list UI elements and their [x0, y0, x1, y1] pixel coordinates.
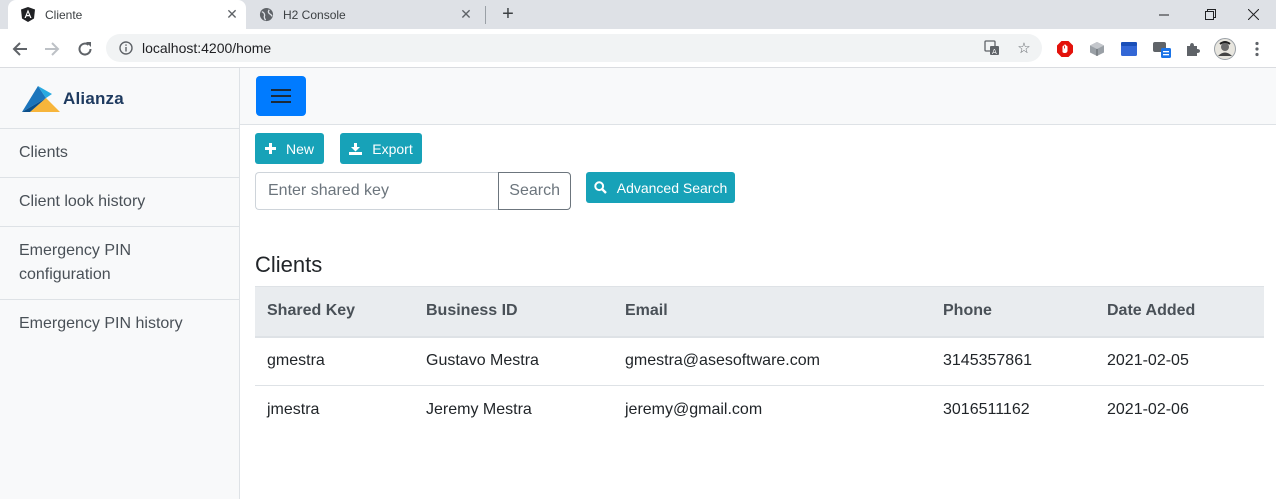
sidebar: Alianza Clients Client look history Emer…	[0, 68, 240, 499]
sidebar-nav: Clients Client look history Emergency PI…	[0, 128, 239, 349]
column-header-phone: Phone	[931, 286, 1095, 338]
alianza-logo[interactable]: Alianza	[22, 84, 124, 114]
browser-toolbar: localhost:4200/home A ☆	[0, 29, 1276, 68]
new-button-label: New	[285, 140, 314, 157]
restore-icon[interactable]	[1187, 0, 1233, 29]
cell-phone: 3145357861	[931, 336, 1095, 386]
table-row[interactable]: jmestra Jeremy Mestra jeremy@gmail.com 3…	[255, 386, 1264, 435]
cell-business-id: Jeremy Mestra	[426, 401, 532, 419]
globe-icon	[258, 7, 274, 23]
bookmark-star-icon[interactable]: ☆	[1010, 34, 1038, 62]
forward-icon[interactable]	[38, 35, 66, 63]
window-extension-icon[interactable]	[1115, 35, 1143, 63]
column-header-email: Email	[613, 286, 931, 338]
new-client-button[interactable]: New	[255, 133, 324, 164]
sidebar-item-clients[interactable]: Clients	[0, 129, 239, 178]
reload-icon[interactable]	[71, 35, 99, 63]
menu-toggle-button[interactable]	[256, 76, 306, 116]
url-text: localhost:4200/home	[142, 40, 272, 56]
shared-key-search: Search	[255, 172, 571, 210]
svg-text:A: A	[992, 48, 997, 56]
sidebar-item-emergency-pin-history[interactable]: Emergency PIN history	[0, 300, 239, 349]
cube-extension-icon[interactable]	[1083, 35, 1111, 63]
plus-icon	[264, 143, 276, 154]
browser-tabstrip: Cliente ✕ H2 Console ✕ +	[0, 0, 1276, 29]
profile-avatar-icon[interactable]	[1211, 35, 1239, 63]
sidebar-item-emergency-pin-configuration[interactable]: Emergency PIN configuration	[0, 227, 239, 300]
export-button-label: Export	[372, 140, 413, 157]
tab-separator	[485, 6, 486, 24]
extensions-puzzle-icon[interactable]	[1179, 35, 1207, 63]
translate-icon[interactable]: A	[978, 34, 1006, 62]
sidebar-item-client-look-history[interactable]: Client look history	[0, 178, 239, 227]
column-header-business-id: Business ID	[414, 286, 613, 338]
browser-tab-h2-console[interactable]: H2 Console ✕	[250, 0, 486, 29]
angular-icon	[20, 7, 36, 23]
page-title: Clients	[255, 252, 323, 277]
back-icon[interactable]	[6, 35, 34, 63]
sidebar-item-label: Emergency PIN configuration	[19, 242, 132, 283]
shared-key-input[interactable]	[255, 172, 499, 210]
cell-business-id: Gustavo Mestra	[414, 336, 613, 386]
cell-shared-key: jmestra	[267, 401, 320, 419]
new-tab-icon[interactable]: +	[494, 0, 522, 29]
cell-email: jeremy@gmail.com	[625, 401, 763, 419]
advanced-search-button[interactable]: Advanced Search	[586, 172, 735, 203]
alianza-logo-icon	[22, 86, 60, 112]
cell-phone: 3016511162	[943, 401, 1030, 419]
tab-title: Cliente	[45, 7, 83, 22]
download-icon	[349, 142, 363, 155]
advanced-search-label: Advanced Search	[616, 179, 728, 196]
address-bar[interactable]: localhost:4200/home A ☆	[106, 34, 1042, 62]
info-icon[interactable]	[118, 40, 134, 56]
top-navbar	[240, 68, 1276, 125]
browser-tab-cliente[interactable]: Cliente ✕	[8, 0, 246, 29]
ticket-extension-icon[interactable]	[1148, 35, 1176, 63]
clients-table: Shared Key Business ID Email Phone Date …	[255, 286, 1264, 435]
close-window-icon[interactable]	[1230, 0, 1276, 29]
brand-name: Alianza	[63, 89, 124, 108]
close-tab-icon[interactable]: ✕	[454, 3, 478, 27]
table-row[interactable]: gmestra Gustavo Mestra gmestra@asesoftwa…	[255, 336, 1264, 386]
tab-title: H2 Console	[283, 7, 346, 22]
hamburger-icon	[271, 89, 291, 103]
adblock-icon[interactable]	[1051, 35, 1079, 63]
minimize-icon[interactable]	[1141, 0, 1187, 29]
column-header-shared-key: Shared Key	[255, 286, 414, 338]
cell-date-added: 2021-02-06	[1107, 401, 1189, 419]
chrome-menu-icon[interactable]	[1243, 35, 1271, 63]
search-icon	[594, 181, 607, 194]
table-header-row: Shared Key Business ID Email Phone Date …	[255, 286, 1264, 338]
cell-email: gmestra@asesoftware.com	[613, 336, 931, 386]
export-button[interactable]: Export	[340, 133, 422, 164]
close-tab-icon[interactable]: ✕	[220, 3, 244, 27]
search-button[interactable]: Search	[498, 172, 571, 210]
column-header-date-added: Date Added	[1095, 286, 1264, 338]
cell-date-added: 2021-02-05	[1095, 336, 1264, 386]
cell-shared-key: gmestra	[255, 336, 414, 386]
